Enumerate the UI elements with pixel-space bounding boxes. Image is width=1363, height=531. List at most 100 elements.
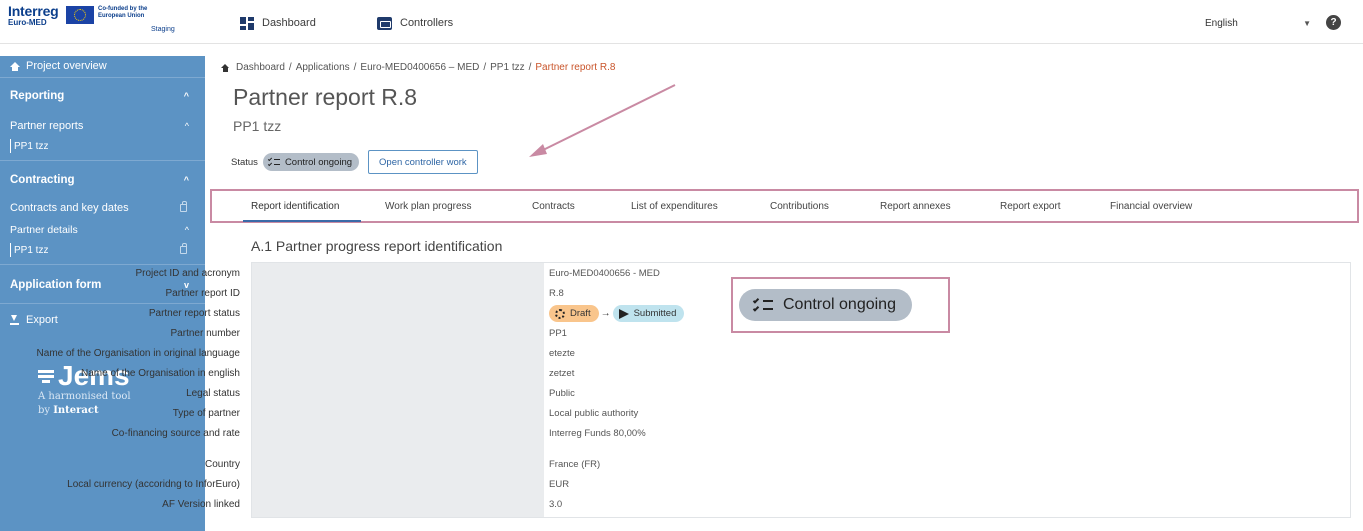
language-value: English: [1205, 17, 1238, 29]
sidebar-item-label: Partner details: [10, 224, 78, 236]
row-value: zetzet: [549, 368, 575, 379]
nav-controllers[interactable]: Controllers: [377, 14, 453, 32]
sidebar-item-partner-details-pp1[interactable]: PP1 tzz: [0, 240, 205, 260]
table-row: Country France (FR): [205, 457, 1052, 475]
status-pill-submitted: Submitted: [612, 305, 685, 322]
download-icon: [10, 315, 19, 325]
annotation-arrow: [529, 84, 676, 157]
status-pill-label: Submitted: [633, 308, 677, 319]
breadcrumb-separator: /: [528, 62, 532, 73]
sidebar-item-label: PP1 tzz: [14, 244, 49, 256]
breadcrumb-item[interactable]: Applications: [296, 62, 350, 73]
row-label: Project ID and acronym: [135, 268, 241, 279]
interreg-logo[interactable]: Interreg Euro-MED Co-funded by the Europ…: [8, 4, 198, 40]
breadcrumb-separator: /: [483, 62, 487, 73]
breadcrumb-item[interactable]: PP1 tzz: [490, 62, 524, 73]
sidebar-section-contracting[interactable]: Contracting ^: [0, 170, 205, 190]
row-label: Co-financing source and rate: [111, 428, 240, 439]
dashboard-icon: [240, 16, 254, 30]
status-pill-draft: Draft: [549, 305, 599, 322]
eu-flag-icon: [66, 6, 94, 24]
tab-contracts[interactable]: Contracts: [532, 201, 575, 212]
page-subtitle: PP1 tzz: [233, 118, 282, 134]
checklist-icon: [267, 156, 280, 167]
checklist-icon: [752, 296, 773, 313]
brand-submark: Euro-MED: [8, 18, 47, 27]
tab-report-export[interactable]: Report export: [1000, 201, 1061, 212]
help-icon[interactable]: ?: [1326, 15, 1341, 30]
status-label: Status: [231, 156, 258, 168]
sidebar-item-label: Project overview: [26, 60, 107, 72]
language-select[interactable]: English ▼: [1205, 13, 1315, 33]
chevron-up-icon: ^: [184, 121, 189, 131]
row-value: R.8: [549, 288, 564, 299]
table-row: Legal status Public: [186, 386, 1052, 404]
sidebar-section-reporting[interactable]: Reporting ^: [0, 86, 205, 106]
row-label: Name of the Organisation in english: [81, 368, 240, 379]
row-label: Partner report ID: [165, 288, 240, 299]
nav-dashboard[interactable]: Dashboard: [240, 14, 316, 32]
tab-list-of-expenditures[interactable]: List of expenditures: [631, 201, 718, 212]
row-value: 3.0: [549, 499, 563, 510]
sidebar-item-partner-reports[interactable]: Partner reports ^: [0, 116, 205, 136]
table-row: AF Version linked 3.0: [162, 497, 1052, 515]
sidebar-item-project-overview[interactable]: Project overview: [0, 56, 205, 76]
divider: [0, 303, 205, 304]
row-value: France (FR): [549, 459, 601, 470]
divider: [0, 77, 205, 78]
table-row: Local currency (accoridng to InforEuro) …: [67, 477, 1052, 495]
status-badge-label: Control ongoing: [284, 156, 353, 168]
jems-tagline-by: by Interact: [38, 404, 131, 418]
section-title: A.1 Partner progress report identificati…: [251, 238, 503, 254]
row-value: etezte: [549, 348, 575, 359]
open-controller-work-button[interactable]: Open controller work: [368, 150, 478, 174]
status-flow: Draft → Submitted: [549, 305, 685, 322]
sidebar-item-partner-details[interactable]: Partner details ^: [0, 220, 205, 240]
tab-work-plan-progress[interactable]: Work plan progress: [385, 201, 472, 212]
tab-report-annexes[interactable]: Report annexes: [880, 201, 951, 212]
sidebar-section-label: Reporting: [10, 90, 65, 102]
tab-financial-overview[interactable]: Financial overview: [1110, 201, 1192, 212]
breadcrumb-current: Partner report R.8: [535, 62, 616, 73]
breadcrumb-separator: /: [353, 62, 357, 73]
main-content: Dashboard / Applications / Euro-MED04006…: [37, 44, 1363, 531]
row-label: Type of partner: [172, 408, 240, 419]
sidebar-item-label: Export: [26, 314, 58, 326]
row-value: Euro-MED0400656 - MED: [549, 268, 660, 279]
breadcrumb-item[interactable]: Euro-MED0400656 – MED: [360, 62, 479, 73]
row-label: Country: [204, 459, 240, 470]
nav-dashboard-label: Dashboard: [262, 17, 316, 29]
home-icon[interactable]: [221, 63, 230, 72]
sidebar-item-contracts-key-dates[interactable]: Contracts and key dates: [0, 198, 205, 218]
top-bar: Interreg Euro-MED Co-funded by the Europ…: [0, 0, 1363, 44]
chevron-down-icon: ▼: [1303, 18, 1311, 28]
chevron-up-icon: ^: [183, 175, 189, 185]
tab-contributions[interactable]: Contributions: [770, 201, 829, 212]
sidebar-item-partner-report-pp1[interactable]: PP1 tzz: [0, 136, 205, 156]
arrow-right-icon: →: [600, 308, 611, 319]
page-title: Partner report R.8: [233, 84, 418, 110]
tab-report-identification[interactable]: Report identification: [251, 201, 339, 212]
jems-tagline: A harmonised tool: [38, 391, 131, 402]
brand-wordmark: Interreg: [8, 3, 59, 19]
status-badge: Control ongoing: [262, 153, 360, 171]
nav-controllers-label: Controllers: [400, 17, 454, 29]
row-value: Interreg Funds 80,00%: [549, 428, 646, 439]
jems-mark-icon: [38, 368, 54, 384]
row-label: Partner report status: [148, 308, 240, 319]
selection-bar: [10, 139, 11, 153]
table-row: Name of the Organisation in original lan…: [37, 346, 1052, 364]
table-row: Type of partner Local public authority: [173, 406, 1052, 424]
sidebar-section-label: Contracting: [10, 174, 75, 186]
breadcrumb: Dashboard / Applications / Euro-MED04006…: [221, 62, 615, 73]
status-badge-zoomed: Control ongoing: [739, 289, 912, 321]
status-pill-label: Draft: [570, 308, 591, 319]
row-label: Partner number: [170, 328, 240, 339]
zoom-callout: Control ongoing: [731, 277, 950, 333]
status-badge-label: Control ongoing: [783, 296, 896, 313]
breadcrumb-item[interactable]: Dashboard: [236, 62, 285, 73]
active-tab-indicator: [243, 220, 361, 222]
send-icon: [618, 308, 629, 319]
divider: [0, 264, 205, 265]
table-row: Name of the Organisation in english zetz…: [81, 366, 1052, 384]
